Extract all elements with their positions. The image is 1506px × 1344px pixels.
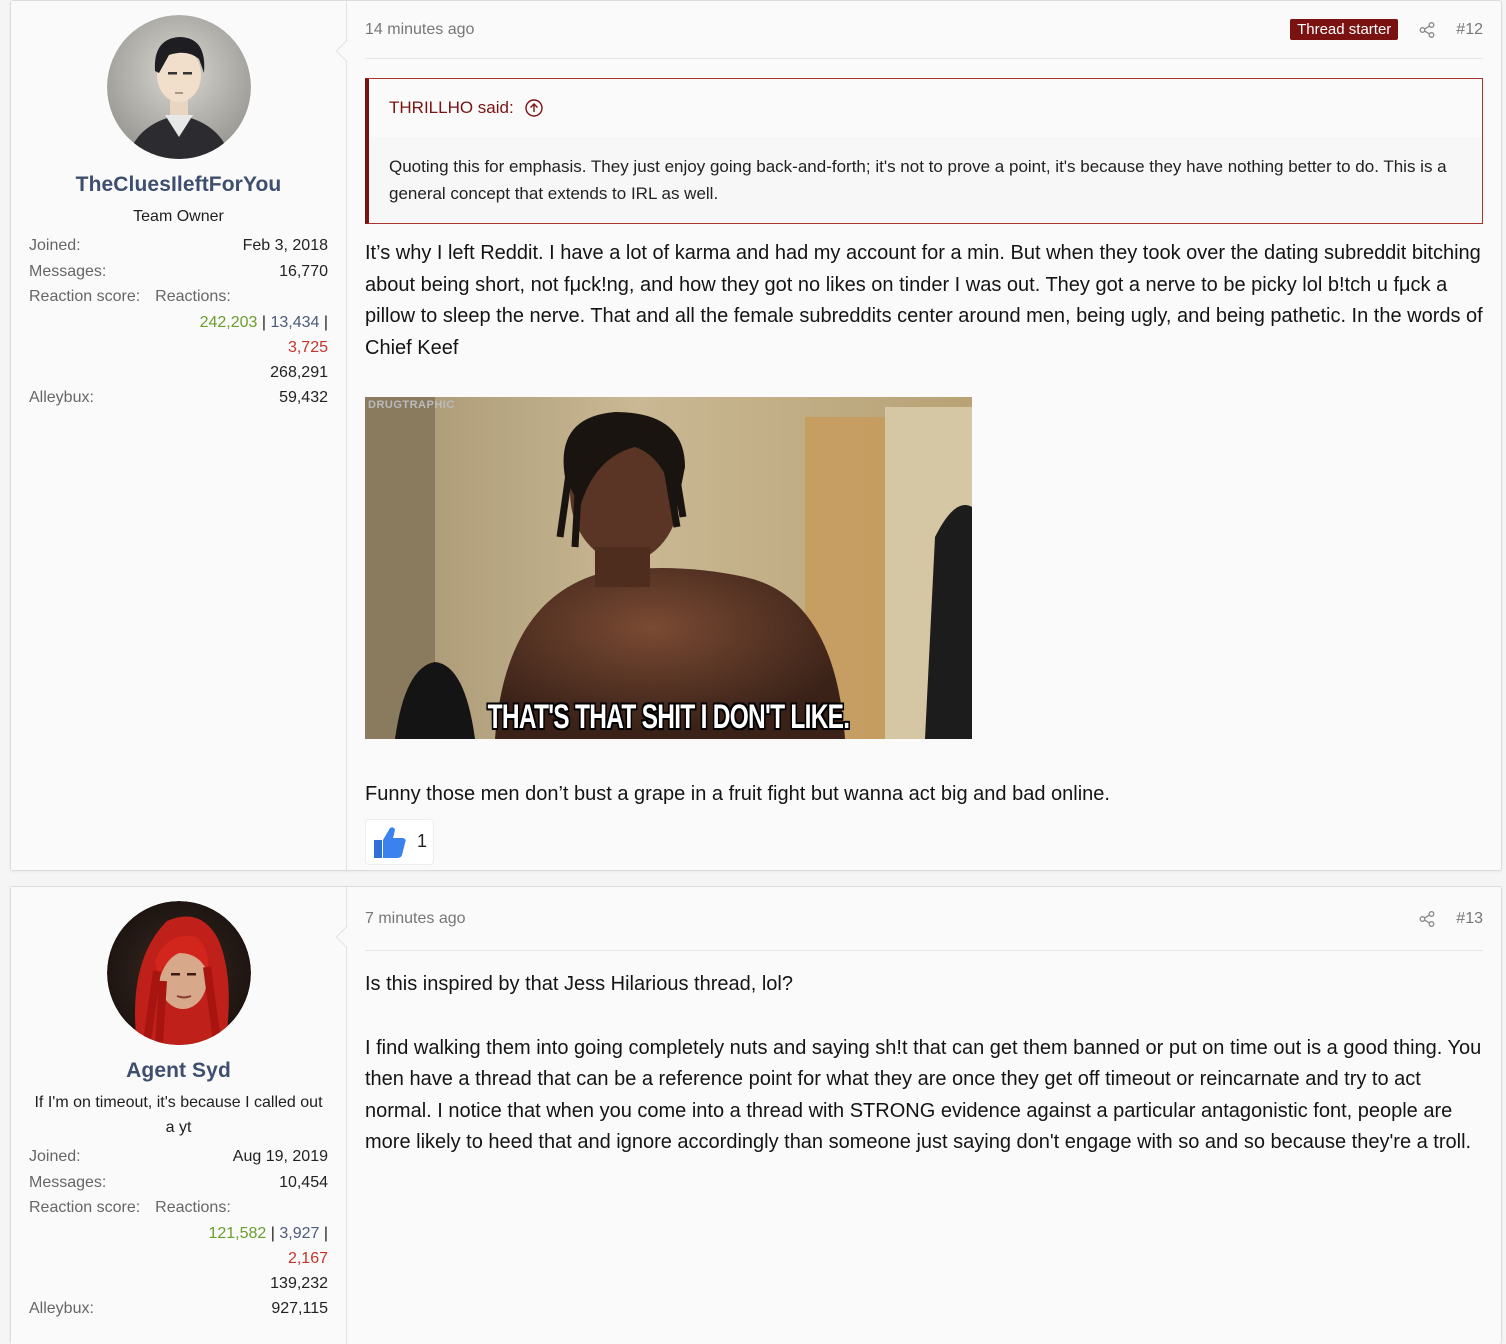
- reactions-neutral: 13,434: [270, 313, 320, 331]
- reactions-bar: 1: [365, 818, 1483, 865]
- post-header: 7 minutes ago #13: [365, 887, 1483, 951]
- message-paragraph: It’s why I left Reddit. I have a lot of …: [365, 242, 1483, 359]
- username[interactable]: Agent Syd: [29, 1059, 328, 1083]
- reaction-count[interactable]: 1: [417, 831, 427, 852]
- reaction-score-label: Reaction score:: [29, 288, 141, 305]
- share-icon[interactable]: [1418, 910, 1436, 928]
- embedded-gif[interactable]: DRUGTRAPHIC THAT'S THAT SHIT I DON'T LIK…: [365, 397, 972, 739]
- user-title: Team Owner: [133, 208, 224, 225]
- reactions-negative: 3,725: [287, 338, 328, 356]
- avatar[interactable]: [106, 15, 251, 159]
- like-thumb-icon[interactable]: [370, 824, 408, 860]
- joined-value: Aug 19, 2019: [232, 1148, 328, 1165]
- post-12: TheCluesIleftForYou Team Owner Joined: Fe…: [10, 0, 1502, 871]
- reaction-breakdown: 242,203 | 13,434 |: [199, 313, 328, 331]
- share-icon[interactable]: [1418, 21, 1436, 39]
- reactions-neutral: 3,927: [279, 1224, 320, 1242]
- user-cell: TheCluesIleftForYou Team Owner Joined: Fe…: [11, 1, 359, 870]
- messages-value[interactable]: 10,454: [279, 1170, 328, 1196]
- alleybux-label: Alleybux:: [29, 388, 94, 406]
- quote-expand-icon[interactable]: [524, 98, 544, 118]
- message-cell: 14 minutes ago Thread starter #12 THRILL…: [347, 1, 1501, 870]
- post-13: Agent Syd If I'm on timeout, it's becaus…: [10, 886, 1502, 1344]
- message-body: Is this inspired by that Jess Hilarious …: [365, 969, 1483, 1159]
- messages-value[interactable]: 16,770: [279, 259, 328, 285]
- alleybux-value: 59,432: [279, 388, 328, 406]
- username[interactable]: TheCluesIleftForYou: [29, 173, 328, 197]
- gif-caption: THAT'S THAT SHIT I DON'T LIKE.: [487, 698, 850, 736]
- message-paragraph: I find walking them into going completel…: [365, 1036, 1482, 1154]
- user-title: If I'm on timeout, it's because I called…: [34, 1094, 323, 1136]
- reactions-label: Reactions:: [155, 288, 231, 305]
- joined-value: Feb 3, 2018: [242, 237, 328, 254]
- reaction-like-chip[interactable]: 1: [365, 818, 435, 865]
- avatar[interactable]: [106, 901, 251, 1045]
- post-header: 14 minutes ago Thread starter #12: [365, 1, 1483, 59]
- post-time[interactable]: 14 minutes ago: [365, 21, 474, 39]
- user-stats: Joined: Feb 3, 2018 Messages: 16,770 React…: [29, 233, 328, 410]
- alleybux-label: Alleybux:: [29, 1299, 94, 1317]
- quote-header[interactable]: THRILLHO said:: [369, 79, 1482, 137]
- gif-watermark: DRUGTRAPHIC: [368, 399, 455, 411]
- quote-block: THRILLHO said: Quoting this for emphasis…: [365, 78, 1483, 224]
- message-body: It’s why I left Reddit. I have a lot of …: [365, 238, 1483, 364]
- reactions-positive: 121,582: [208, 1224, 267, 1242]
- reaction-breakdown: 121,582 | 3,927 |: [208, 1224, 328, 1242]
- message-cell: 7 minutes ago #13 Is this inspired by th…: [347, 887, 1501, 1344]
- thread-starter-badge: Thread starter: [1290, 19, 1399, 40]
- reactions-total: 268,291: [270, 363, 328, 381]
- message-paragraph: Is this inspired by that Jess Hilarious …: [365, 973, 793, 995]
- alleybux-value: 927,115: [271, 1299, 328, 1317]
- joined-label: Joined:: [29, 237, 81, 254]
- quote-text: Quoting this for emphasis. They just enj…: [389, 157, 1447, 203]
- joined-label: Joined:: [29, 1148, 81, 1165]
- user-stats: Joined: Aug 19, 2019 Messages: 10,454 Reac…: [29, 1144, 328, 1321]
- user-cell: Agent Syd If I'm on timeout, it's becaus…: [11, 887, 359, 1344]
- reaction-score-label: Reaction score:: [29, 1199, 141, 1216]
- post-number[interactable]: #12: [1456, 21, 1483, 39]
- reactions-label: Reactions:: [155, 1199, 231, 1216]
- post-number[interactable]: #13: [1456, 910, 1483, 928]
- message-body-continued: Funny those men don’t bust a grape in a …: [365, 779, 1483, 811]
- post-time[interactable]: 7 minutes ago: [365, 910, 466, 928]
- messages-label: Messages:: [29, 1173, 107, 1191]
- reactions-negative: 2,167: [287, 1249, 328, 1267]
- gif-image: [365, 397, 972, 739]
- reactions-positive: 242,203: [199, 313, 258, 331]
- reactions-total: 139,232: [270, 1274, 328, 1292]
- quote-author[interactable]: THRILLHO said:: [389, 98, 514, 118]
- message-paragraph: Funny those men don’t bust a grape in a …: [365, 783, 1110, 805]
- messages-label: Messages:: [29, 262, 107, 280]
